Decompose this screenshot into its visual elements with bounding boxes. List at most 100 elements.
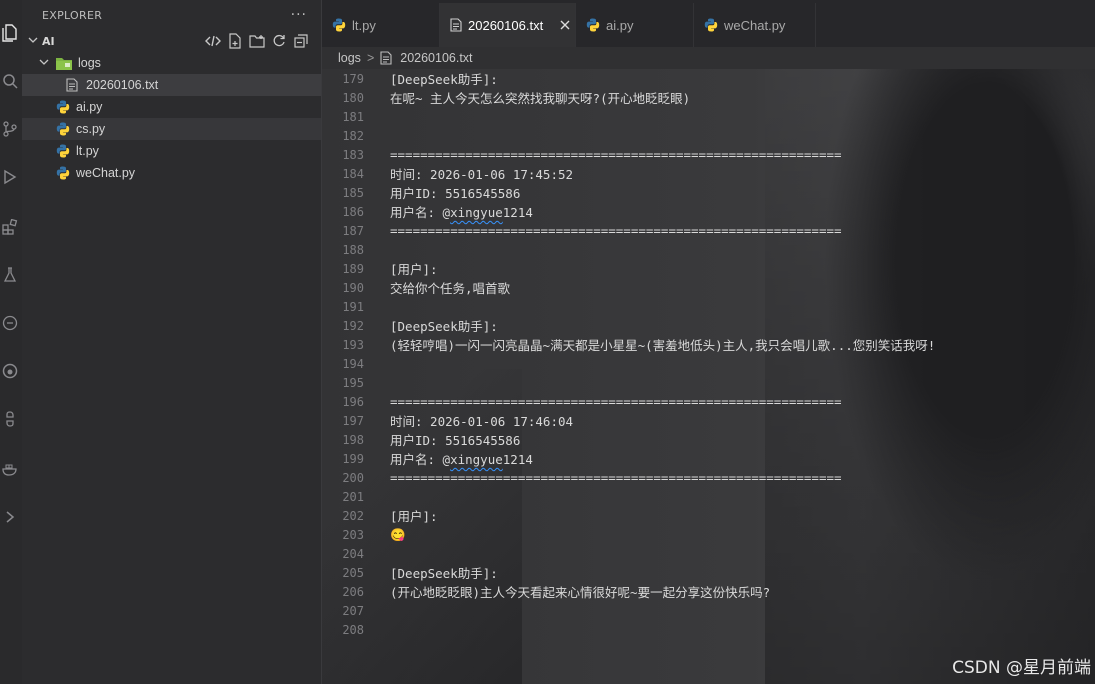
- folder-icon: [56, 57, 72, 70]
- tab-ai-py[interactable]: ai.py: [576, 3, 694, 47]
- line-number: 182: [342, 128, 364, 143]
- code-line[interactable]: 188: [322, 240, 390, 259]
- code-line[interactable]: 194: [322, 354, 390, 373]
- code-line[interactable]: 208: [322, 620, 390, 639]
- new-file-icon[interactable]: [227, 33, 243, 49]
- new-folder-icon[interactable]: [249, 33, 265, 49]
- line-number: 199: [342, 451, 364, 466]
- code-line[interactable]: 204: [322, 544, 390, 563]
- line-text: ========================================…: [390, 223, 842, 238]
- code-line[interactable]: 196 =====================================…: [322, 392, 842, 411]
- line-number: 206: [342, 584, 364, 599]
- python-icon[interactable]: [0, 408, 20, 430]
- python-file-icon: [586, 18, 600, 32]
- refresh-icon[interactable]: [271, 33, 287, 49]
- code-link-icon[interactable]: [205, 33, 221, 49]
- text-file-icon: [450, 18, 462, 32]
- tab-label: 20260106.txt: [468, 17, 544, 33]
- code-line[interactable]: 206 (开心地眨眨眼)主人今天看起来心情很好呢~要一起分享这份快乐吗?: [322, 582, 770, 601]
- tab-label: weChat.py: [724, 17, 786, 33]
- breadcrumb-file[interactable]: 20260106.txt: [400, 51, 472, 65]
- code-line[interactable]: 195: [322, 373, 390, 392]
- search-icon[interactable]: [0, 70, 20, 92]
- code-line[interactable]: 190 交给你个任务,唱首歌: [322, 278, 510, 297]
- python-file-icon: [56, 144, 70, 158]
- activity-bar: [0, 0, 23, 684]
- chevron-down-icon[interactable]: [38, 58, 50, 69]
- code-line[interactable]: 207: [322, 601, 390, 620]
- line-number: 205: [342, 565, 364, 580]
- watermark: CSDN @星月前端: [952, 658, 1091, 678]
- explorer-title: EXPLORER: [42, 8, 103, 22]
- line-text: 时间: 2026-01-06 17:45:52: [390, 167, 574, 182]
- github-icon[interactable]: [0, 360, 20, 382]
- extensions-icon[interactable]: [0, 216, 20, 238]
- run-debug-icon[interactable]: [0, 166, 20, 188]
- tree-file-wechat-py[interactable]: weChat.py: [22, 162, 321, 184]
- line-number: 187: [342, 223, 364, 238]
- more-actions-icon[interactable]: ···: [291, 7, 307, 23]
- code-line[interactable]: 198 用户ID: 5516545586: [322, 430, 520, 449]
- docker-icon[interactable]: [0, 458, 20, 480]
- line-number: 188: [342, 242, 364, 257]
- code-line[interactable]: 200 =====================================…: [322, 468, 841, 487]
- breadcrumb-folder[interactable]: logs: [338, 51, 361, 65]
- code-line[interactable]: 189 [用户]:: [322, 259, 438, 278]
- source-control-icon[interactable]: [0, 118, 20, 140]
- tab-label: ai.py: [606, 17, 634, 33]
- code-line[interactable]: 193 (轻轻哼唱)一闪一闪亮晶晶~满天都是小星星~(害羞地低头)主人,我只会唱儿…: [322, 335, 935, 354]
- line-text: [DeepSeek助手]:: [390, 72, 498, 87]
- line-text: ========================================…: [390, 394, 842, 409]
- tab-20260106-txt[interactable]: 20260106.txt: [440, 3, 576, 47]
- code-line[interactable]: 180 在呢~ 主人今天怎么突然找我聊天呀?(开心地眨眨眼): [322, 88, 690, 107]
- code-line[interactable]: 197 时间: 2026-01-06 17:46:04: [322, 411, 573, 430]
- editor-area[interactable]: 179 [DeepSeek助手]: 180 在呢~ 主人今天怎么突然找我聊天呀?(开心…: [322, 69, 1095, 684]
- tree-file-20260106-txt[interactable]: 20260106.txt: [22, 74, 321, 96]
- tree-item-label: ai.py: [76, 100, 103, 114]
- chevron-right-icon[interactable]: [0, 506, 20, 528]
- code-line[interactable]: 205 [DeepSeek助手]:: [322, 563, 497, 582]
- tab-wechat-py[interactable]: weChat.py: [694, 3, 816, 47]
- code-line[interactable]: 201: [322, 487, 390, 506]
- testing-icon[interactable]: [0, 264, 20, 286]
- code-line[interactable]: 192 [DeepSeek助手]:: [322, 316, 497, 335]
- explorer-icon[interactable]: [0, 22, 20, 44]
- code-line[interactable]: 184 时间: 2026-01-06 17:45:52: [322, 164, 573, 183]
- code-line[interactable]: 179 [DeepSeek助手]:: [322, 69, 498, 88]
- line-number: 207: [342, 603, 364, 618]
- line-number: 204: [342, 546, 364, 561]
- collapse-all-icon[interactable]: [293, 33, 309, 49]
- chevron-down-icon[interactable]: [26, 36, 40, 47]
- code-line[interactable]: 203 😋: [322, 525, 405, 544]
- tree-file-lt-py[interactable]: lt.py: [22, 140, 321, 162]
- tree-file-cs-py[interactable]: cs.py: [22, 118, 321, 140]
- code-line[interactable]: 199 用户名: @xingyue1214: [322, 449, 533, 468]
- python-file-icon: [56, 122, 70, 136]
- code-line[interactable]: 182: [322, 126, 390, 145]
- code-line[interactable]: 191: [322, 297, 390, 316]
- code-line[interactable]: 186 用户名: @xingyue1214: [322, 202, 533, 221]
- remote-explorer-icon[interactable]: [0, 312, 20, 334]
- tree-file-ai-py[interactable]: ai.py: [22, 96, 321, 118]
- spellcheck-squiggle: xingyue: [450, 452, 503, 467]
- line-text: 交给你个任务,唱首歌: [390, 281, 511, 296]
- line-number: 185: [342, 185, 364, 200]
- code-line[interactable]: 185 用户ID: 5516545586: [322, 183, 520, 202]
- line-number: 196: [342, 394, 364, 409]
- line-number: 181: [342, 109, 364, 124]
- tree-folder-logs[interactable]: logs: [22, 52, 321, 74]
- spellcheck-squiggle: xingyue: [450, 205, 503, 220]
- line-number: 195: [342, 375, 364, 390]
- line-number: 190: [342, 280, 364, 295]
- workspace-folder-row[interactable]: AI: [22, 30, 321, 52]
- line-text: 时间: 2026-01-06 17:46:04: [390, 414, 574, 429]
- close-icon[interactable]: [555, 17, 575, 33]
- code-line[interactable]: 202 [用户]:: [322, 506, 437, 525]
- code-line[interactable]: 183 =====================================…: [322, 145, 841, 164]
- code-line[interactable]: 181: [322, 107, 390, 126]
- tab-lt-py[interactable]: lt.py: [322, 3, 440, 47]
- code-line[interactable]: 187 =====================================…: [322, 221, 842, 240]
- python-file-icon: [56, 100, 70, 114]
- line-text: [用户]:: [390, 262, 438, 277]
- workspace-folder-name: AI: [42, 34, 55, 48]
